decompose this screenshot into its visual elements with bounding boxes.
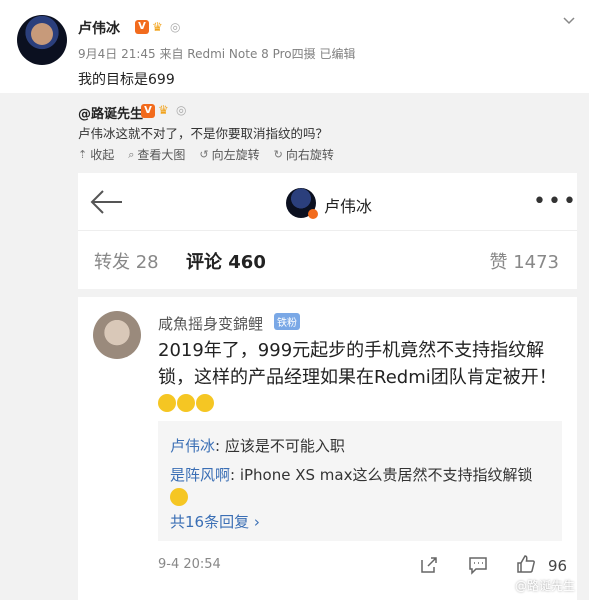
commenter-name: 咸魚摇身变錦鲤 (158, 315, 264, 333)
smile-emoji-icon (196, 394, 214, 412)
tab-like: 赞 1473 (489, 252, 559, 273)
fan-badge: 铁粉 (274, 313, 300, 330)
more-replies-link: 共16条回复 › (170, 513, 260, 531)
collapse-button[interactable]: ⇡ 收起 (78, 146, 114, 163)
rotate-left-button[interactable]: ↺ 向左旋转 (199, 146, 259, 163)
medal-icon: ◎ (176, 103, 187, 117)
verified-badge: V (135, 20, 149, 34)
verified-badge: V (141, 104, 155, 118)
comment-time: 9-4 20:54 (158, 557, 221, 572)
like-count: 96 (548, 557, 568, 575)
smile-emoji-icon (177, 394, 195, 412)
post-text: 我的目标是699 (78, 72, 175, 88)
rotate-left-icon: ↺ (199, 148, 209, 161)
rotate-right-button[interactable]: ↻ 向右旋转 (274, 146, 334, 163)
embedded-screenshot[interactable]: 卢伟冰 ••• 转发 28 评论 460 赞 1473 咸魚摇身变錦鲤 铁粉 2… (78, 173, 577, 600)
image-toolbar: ⇡ 收起 ⌕ 查看大图 ↺ 向左旋转 ↻ 向右旋转 (78, 146, 334, 163)
repost-user[interactable]: @路诞先生 (78, 103, 143, 122)
screenshot-title: 卢伟冰 (324, 197, 373, 216)
author-avatar[interactable] (17, 15, 67, 65)
zoom-icon: ⌕ (128, 147, 135, 161)
author-name[interactable]: 卢伟冰 (78, 18, 120, 38)
crown-icon: ♛ (152, 20, 163, 34)
reply-item: 是阵风啊: iPhone XS max这么贵居然不支持指纹解锁 (170, 463, 550, 511)
post-meta: 9月4日 21:45 来自 Redmi Note 8 Pro四摄 已编辑 (78, 47, 356, 61)
chevron-down-icon[interactable] (563, 14, 575, 26)
smile-emoji-icon (170, 488, 188, 506)
crown-icon: ♛ (158, 103, 169, 117)
watermark: @路诞先生 (514, 579, 575, 593)
comment-body: 2019年了，999元起步的手机竟然不支持指纹解锁，这样的产品经理如果在Redm… (158, 337, 558, 418)
share-icon (421, 557, 437, 573)
verified-dot-icon (308, 209, 318, 219)
back-arrow-icon (90, 190, 122, 214)
rotate-right-icon: ↻ (273, 148, 283, 161)
tab-repost: 转发 28 (94, 252, 159, 273)
commenter-avatar (93, 311, 141, 359)
comment-icon (469, 557, 487, 575)
like-icon (517, 555, 535, 573)
reply-item: 卢伟冰: 应该是不可能入职 (170, 437, 345, 455)
collapse-icon: ⇡ (78, 148, 88, 161)
medal-icon: ◎ (170, 20, 181, 34)
smile-emoji-icon (158, 394, 176, 412)
view-large-button[interactable]: ⌕ 查看大图 (128, 146, 185, 163)
tab-comment: 评论 460 (186, 252, 266, 273)
more-icon: ••• (533, 189, 577, 214)
repost-text: 卢伟冰这就不对了，不是你要取消指纹的吗？ (78, 126, 329, 141)
